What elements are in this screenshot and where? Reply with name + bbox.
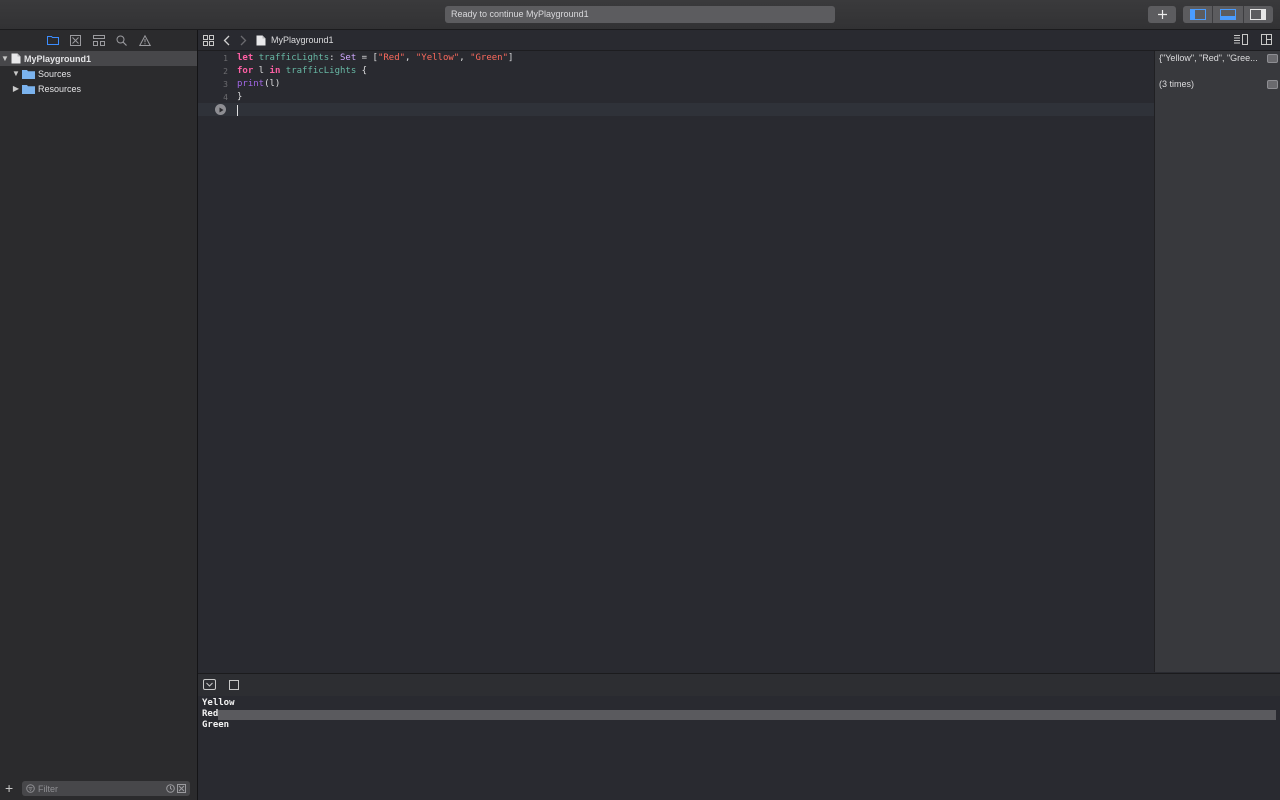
quick-look-icon[interactable] <box>1267 53 1278 63</box>
jump-bar-file[interactable]: MyPlayground1 <box>271 35 334 45</box>
activity-status: Ready to continue MyPlayground1 <box>445 6 835 23</box>
tree-item-sources[interactable]: ▼ Sources <box>0 66 197 81</box>
split-editor-icon[interactable] <box>1261 34 1272 45</box>
current-line-highlight <box>198 103 1154 116</box>
code-token: trafficLights <box>285 66 357 76</box>
text-cursor <box>237 105 238 116</box>
line-text: let trafficLights: Set = ["Red", "Yellow… <box>237 52 513 65</box>
folder-icon <box>22 84 35 94</box>
filter-placeholder: Filter <box>38 783 58 794</box>
warning-icon[interactable] <box>137 32 153 48</box>
code-token: , <box>405 53 416 63</box>
folder-icon[interactable] <box>45 32 61 48</box>
hierarchy-icon[interactable] <box>91 32 107 48</box>
play-icon <box>219 107 223 112</box>
code-token: { <box>356 66 368 76</box>
code-editor[interactable]: 1 let trafficLights: Set = ["Red", "Yello… <box>198 51 1154 672</box>
code-token: for <box>237 66 254 76</box>
tree-item-label: Sources <box>38 68 72 79</box>
quick-look-icon[interactable] <box>1267 79 1278 89</box>
inspector-panel-icon <box>1250 9 1267 20</box>
code-token: "Red" <box>377 53 406 63</box>
navigator-tabs <box>0 30 197 50</box>
code-token: : <box>329 53 340 63</box>
disclosure-closed-icon[interactable]: ▶ <box>11 84 21 93</box>
navigator-filter-bar: + Filter <box>0 778 197 800</box>
line-number: 1 <box>223 54 228 63</box>
code-token: "Green" <box>470 53 509 63</box>
assistant-editor-icon[interactable] <box>1234 34 1248 45</box>
results-sidebar: {"Yellow", "Red", "Gree... (3 times) <box>1154 51 1280 672</box>
console-output[interactable]: Yellow Red Green <box>198 696 1280 800</box>
line-text: for l in trafficLights { <box>237 65 367 78</box>
console-line: Yellow <box>202 698 235 708</box>
code-token: "Yellow" <box>415 53 460 63</box>
navigator-panel: ▼ MyPlayground1 ▼ Sources ▶ Resources + … <box>0 30 198 800</box>
code-token: ] <box>508 53 514 63</box>
debug-panel-icon <box>1219 9 1236 20</box>
code-token: = [ <box>356 53 378 63</box>
console-line: Red <box>202 709 219 719</box>
back-chevron-icon[interactable] <box>223 35 231 46</box>
console-selection-highlight <box>218 710 1276 720</box>
panel-toggles <box>1183 6 1273 23</box>
result-value: {"Yellow", "Red", "Gree... <box>1159 53 1258 63</box>
debug-bar <box>198 673 1280 697</box>
code-token: , <box>459 53 471 63</box>
source-control-filter-icon[interactable] <box>177 784 186 793</box>
code-token: print <box>237 79 265 89</box>
line-number: 4 <box>223 93 228 102</box>
folder-icon <box>22 69 35 79</box>
code-line: 4} <box>198 91 1154 104</box>
code-token: trafficLights <box>258 53 330 63</box>
code-token: Set <box>339 53 357 63</box>
code-token: let <box>237 53 254 63</box>
code-line: 1 let trafficLights: Set = ["Red", "Yello… <box>198 52 1154 65</box>
code-token: in <box>269 66 281 76</box>
code-token: (l) <box>264 79 281 89</box>
result-row: (3 times) <box>1159 78 1278 90</box>
add-library-button[interactable] <box>1148 6 1176 23</box>
toggle-navigator-button[interactable] <box>1183 6 1212 23</box>
code-line: 2 for l in trafficLights { <box>198 65 1154 78</box>
code-token: l <box>253 66 270 76</box>
swift-file-icon <box>256 35 266 45</box>
line-number: 2 <box>223 67 228 76</box>
disclosure-open-icon[interactable]: ▼ <box>11 69 21 78</box>
add-file-button[interactable]: + <box>5 780 13 796</box>
tree-item-playground[interactable]: ▼ MyPlayground1 <box>0 51 197 66</box>
code-token: } <box>237 92 243 102</box>
playground-file-icon <box>11 53 21 64</box>
plus-icon <box>1157 10 1167 19</box>
run-button[interactable] <box>215 104 226 115</box>
disclosure-open-icon[interactable]: ▼ <box>0 54 10 63</box>
tree-item-label: MyPlayground1 <box>24 53 92 64</box>
filter-icon <box>26 784 35 793</box>
result-value: (3 times) <box>1159 79 1195 89</box>
line-text: print(l) <box>237 78 280 91</box>
line-number: 3 <box>223 80 228 89</box>
recent-files-icon[interactable] <box>166 784 175 793</box>
toggle-inspector-button[interactable] <box>1242 6 1273 23</box>
result-row: {"Yellow", "Red", "Gree... <box>1159 52 1278 64</box>
filter-field[interactable]: Filter <box>22 781 190 796</box>
code-line: 3 print(l) <box>198 78 1154 91</box>
tree-item-resources[interactable]: ▶ Resources <box>0 81 197 96</box>
toggle-debug-area-button[interactable] <box>1212 6 1242 23</box>
source-control-icon[interactable] <box>68 32 84 48</box>
toolbar: Ready to continue MyPlayground1 <box>0 0 1280 30</box>
line-text: } <box>237 91 242 104</box>
jump-bar: MyPlayground1 <box>198 30 1280 51</box>
tree-item-label: Resources <box>38 83 82 94</box>
navigator-panel-icon <box>1189 9 1206 20</box>
forward-chevron-icon[interactable] <box>239 35 247 46</box>
stop-icon[interactable] <box>229 680 239 690</box>
search-icon[interactable] <box>114 32 130 48</box>
grid-icon[interactable] <box>203 34 214 46</box>
hide-debug-area-icon[interactable] <box>203 679 216 690</box>
console-line: Green <box>202 720 230 730</box>
